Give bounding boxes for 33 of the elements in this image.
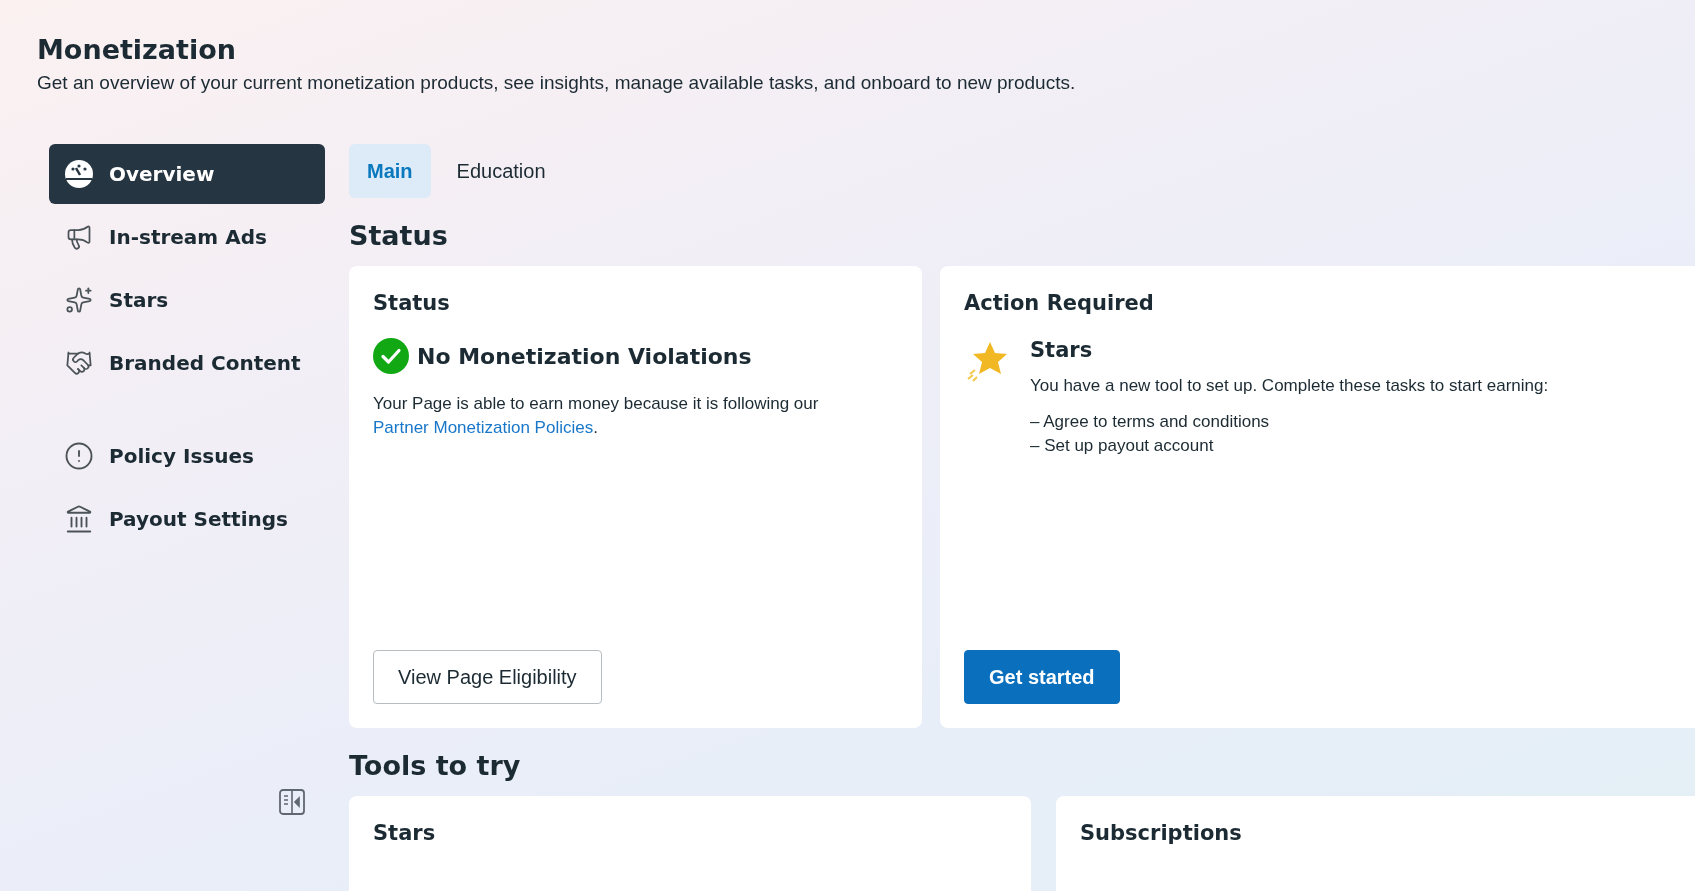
task-title: Stars xyxy=(1030,338,1094,362)
view-eligibility-button[interactable]: View Page Eligibility xyxy=(373,650,602,704)
task-description: You have a new tool to set up. Complete these tasks to start earning: xyxy=(1030,375,1549,397)
tab[interactable]: Main xyxy=(349,144,431,198)
page-description: Get an overview of your current monetization products, see insights, manage available tasks, and onboard to new products. xyxy=(37,72,1077,94)
megaphone-icon xyxy=(65,223,93,251)
get-started-button[interactable]: Get started xyxy=(964,650,1120,704)
sidebar-item[interactable]: Overview xyxy=(49,144,325,204)
task-step: – Agree to terms and conditions xyxy=(1030,410,1549,434)
status-text: No Monetization Violations xyxy=(417,343,752,369)
task-step: – Set up payout account xyxy=(1030,434,1549,458)
status-description: Your Page is able to earn money because it is following our Partner Monetization Policies. xyxy=(373,393,820,439)
alert-icon xyxy=(64,441,94,471)
gauge-icon xyxy=(64,159,94,189)
collapse-sidebar-icon[interactable] xyxy=(278,788,306,816)
bank-icon xyxy=(64,504,94,534)
card-title: Action Required xyxy=(964,290,1155,316)
tab[interactable]: Education xyxy=(438,144,564,198)
policies-link[interactable]: Partner Monetization Policies xyxy=(373,418,594,437)
sidebar-item[interactable]: Branded Content xyxy=(49,333,325,393)
section-heading: Tools to try xyxy=(349,749,522,783)
sidebar-item[interactable]: Stars xyxy=(49,270,325,330)
sidebar-item[interactable]: In-stream Ads xyxy=(49,207,325,267)
section-heading: Status xyxy=(349,219,449,253)
star-icon xyxy=(65,286,93,314)
card-title: Subscriptions xyxy=(1080,820,1243,846)
check-icon xyxy=(373,338,409,374)
sidebar-item[interactable]: Payout Settings xyxy=(49,489,325,549)
card-title: Stars xyxy=(373,820,437,846)
sidebar-item[interactable]: Policy Issues xyxy=(49,426,325,486)
handshake-icon xyxy=(65,349,93,377)
page-title: Monetization xyxy=(37,33,237,67)
card-title: Status xyxy=(373,290,451,316)
